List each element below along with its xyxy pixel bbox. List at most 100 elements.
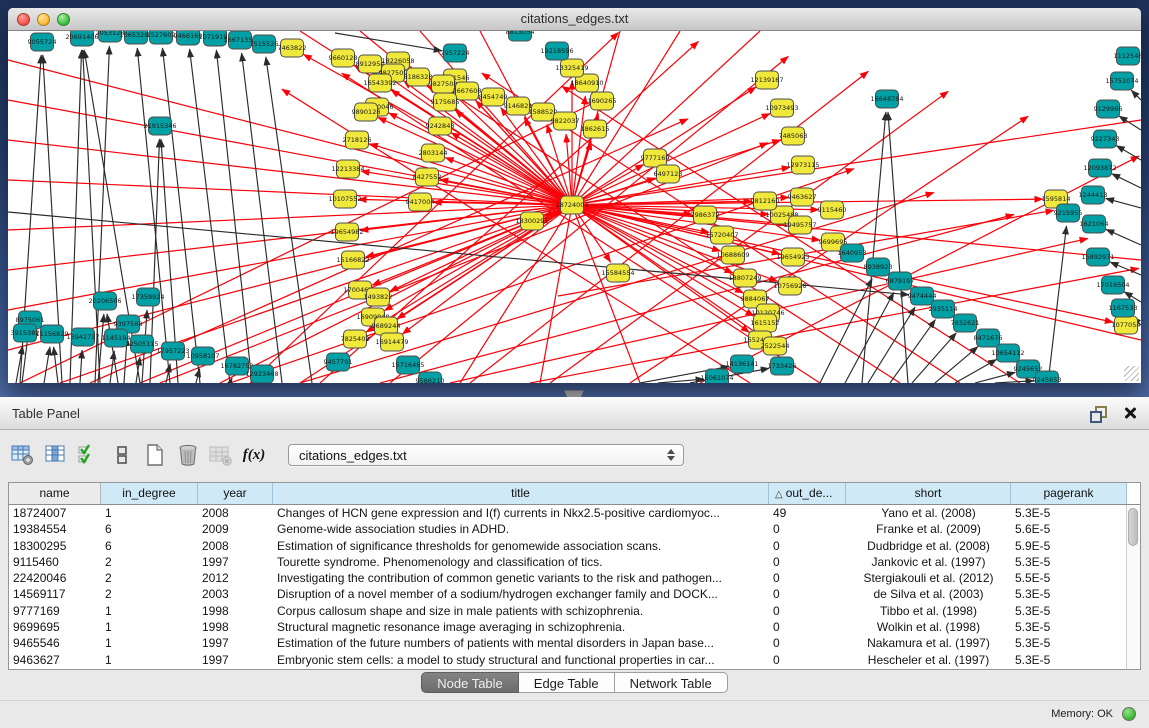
- graph-node[interactable]: 12505115: [125, 335, 158, 353]
- column-header-in_degree[interactable]: in_degree: [101, 483, 198, 504]
- close-panel-icon[interactable]: [1123, 406, 1137, 420]
- graph-node[interactable]: 13325419: [555, 59, 588, 77]
- graph-node[interactable]: 10688609: [716, 246, 749, 264]
- delete-table-icon[interactable]: [208, 441, 234, 469]
- graph-node[interactable]: 11156829: [35, 325, 68, 343]
- graph-node[interactable]: 2718126: [343, 131, 372, 149]
- graph-node[interactable]: 17016504: [1096, 276, 1129, 294]
- graph-node[interactable]: 1733426: [768, 357, 797, 375]
- graph-node[interactable]: 1244413: [1079, 186, 1108, 204]
- graph-node[interactable]: 16648784: [870, 90, 903, 108]
- graph-node[interactable]: 20691406: [65, 31, 98, 46]
- table-row[interactable]: 1830029562008Estimation of significance …: [9, 538, 1140, 554]
- scrollbar-thumb[interactable]: [1128, 508, 1138, 546]
- graph-node[interactable]: 9812160: [751, 192, 780, 210]
- table-settings-icon[interactable]: [10, 441, 36, 469]
- graph-node[interactable]: 12973115: [786, 156, 819, 174]
- graph-node[interactable]: 1621064: [1080, 215, 1109, 233]
- table-vertical-scrollbar[interactable]: [1126, 505, 1140, 669]
- graph-node[interactable]: 8938923: [864, 258, 893, 276]
- network-graph[interactable]: 9055724206914062053128106532871527602946…: [8, 31, 1141, 383]
- window-zoom-button[interactable]: [57, 13, 70, 26]
- window-titlebar[interactable]: citations_edges.txt: [8, 8, 1141, 31]
- graph-node[interactable]: 9660128: [329, 49, 358, 67]
- graph-node[interactable]: 15166822: [336, 251, 369, 269]
- graph-node[interactable]: 9175685: [431, 93, 460, 111]
- table-row[interactable]: 977716911998Corpus callosum shape and si…: [9, 603, 1140, 619]
- network-view-window[interactable]: citations_edges.txt 90557242069140620531…: [8, 8, 1141, 383]
- graph-node[interactable]: 7957224: [441, 44, 470, 62]
- graph-node[interactable]: 9689244: [372, 317, 401, 335]
- graph-node[interactable]: 9457791: [324, 353, 353, 371]
- graph-node[interactable]: 9115460: [818, 201, 847, 219]
- graph-node[interactable]: 7485063: [779, 127, 808, 145]
- show-columns-icon[interactable]: [43, 441, 69, 469]
- float-panel-icon[interactable]: [1090, 405, 1107, 421]
- graph-node[interactable]: 19218596: [540, 42, 573, 60]
- column-header-short[interactable]: short: [846, 483, 1011, 504]
- graph-node[interactable]: 1493822: [364, 288, 393, 306]
- tab-network-table[interactable]: Network Table: [615, 672, 728, 693]
- tab-node-table[interactable]: Node Table: [421, 672, 519, 693]
- table-header-row[interactable]: namein_degreeyeartitle△out_de...shortpag…: [9, 483, 1140, 505]
- graph-node[interactable]: 10654112: [991, 344, 1024, 362]
- column-header-title[interactable]: title: [273, 483, 769, 504]
- node-table[interactable]: namein_degreeyeartitle△out_de...shortpag…: [8, 482, 1141, 670]
- graph-node[interactable]: 1690265: [588, 92, 617, 110]
- column-header-pagerank[interactable]: pagerank: [1011, 483, 1127, 504]
- graph-node[interactable]: 10756928: [773, 277, 806, 295]
- graph-node[interactable]: 9463627: [788, 188, 817, 206]
- graph-node[interactable]: 8813054: [506, 31, 535, 41]
- graph-node[interactable]: 10958107: [186, 347, 219, 365]
- graph-node[interactable]: 16914479: [375, 333, 408, 351]
- graph-node[interactable]: 21915346: [143, 117, 176, 135]
- row-height-icon[interactable]: [109, 441, 135, 469]
- graph-node[interactable]: 19654923: [776, 248, 809, 266]
- table-row[interactable]: 946362711997Embryonic stem cells: a mode…: [9, 652, 1140, 668]
- graph-node[interactable]: 9215955: [1054, 204, 1083, 222]
- graph-node[interactable]: 1527602: [147, 31, 176, 44]
- graph-node[interactable]: 15716485: [391, 356, 424, 374]
- graph-node[interactable]: 9129966: [1094, 100, 1123, 118]
- graph-node[interactable]: 9890128: [352, 103, 381, 121]
- graph-node[interactable]: 17359924: [131, 288, 164, 306]
- graph-node[interactable]: 1077054: [1112, 316, 1141, 334]
- graph-node[interactable]: 1112546: [1114, 47, 1141, 65]
- table-row[interactable]: 1456911722003Disruption of a novel membe…: [9, 586, 1140, 602]
- graph-node[interactable]: 6497123: [654, 165, 683, 183]
- graph-node[interactable]: 10973493: [765, 99, 798, 117]
- graph-node[interactable]: 12923468: [245, 365, 278, 383]
- graph-node[interactable]: 8427552: [413, 168, 442, 186]
- graph-node[interactable]: 9242848: [426, 117, 455, 135]
- graph-node[interactable]: 14136141: [725, 355, 758, 373]
- graph-node[interactable]: 9227343: [1091, 130, 1120, 148]
- graph-node[interactable]: 12213384: [331, 160, 364, 178]
- graph-node[interactable]: 9586210: [416, 372, 445, 383]
- table-row[interactable]: 1938455462009Genome-wide association stu…: [9, 521, 1140, 537]
- graph-node[interactable]: 2935114: [929, 300, 958, 318]
- graph-node[interactable]: 9055724: [28, 33, 57, 51]
- graph-node[interactable]: 6879197: [886, 272, 915, 290]
- table-row[interactable]: 969969511998Structural magnetic resonanc…: [9, 619, 1140, 635]
- table-row[interactable]: 946554611997Estimation of the future num…: [9, 635, 1140, 651]
- graph-node[interactable]: 19654982: [330, 223, 363, 241]
- graph-node[interactable]: 1640953: [838, 244, 867, 262]
- select-rows-icon[interactable]: [76, 441, 102, 469]
- graph-node[interactable]: 17957223: [156, 342, 189, 360]
- graph-node[interactable]: 7463822: [278, 39, 307, 57]
- window-close-button[interactable]: [17, 13, 30, 26]
- table-row[interactable]: 911546021997Tourette syndrome. Phenomeno…: [9, 554, 1140, 570]
- graph-node[interactable]: 15584554: [601, 264, 634, 282]
- graph-node[interactable]: 9822037: [551, 112, 580, 130]
- graph-node[interactable]: 7825402: [341, 330, 370, 348]
- graph-node[interactable]: 9245653: [1033, 371, 1062, 383]
- column-header-name[interactable]: name: [9, 483, 101, 504]
- graph-node[interactable]: 1167533: [1109, 299, 1138, 317]
- graph-node[interactable]: 15720407: [705, 226, 738, 244]
- graph-node[interactable]: 18300295: [515, 212, 548, 230]
- graph-node[interactable]: 2803144: [419, 144, 448, 162]
- graph-node[interactable]: 13942737: [66, 328, 99, 346]
- window-minimize-button[interactable]: [37, 13, 50, 26]
- graph-node[interactable]: 18724007: [555, 196, 588, 214]
- graph-node[interactable]: 7986372: [691, 206, 720, 224]
